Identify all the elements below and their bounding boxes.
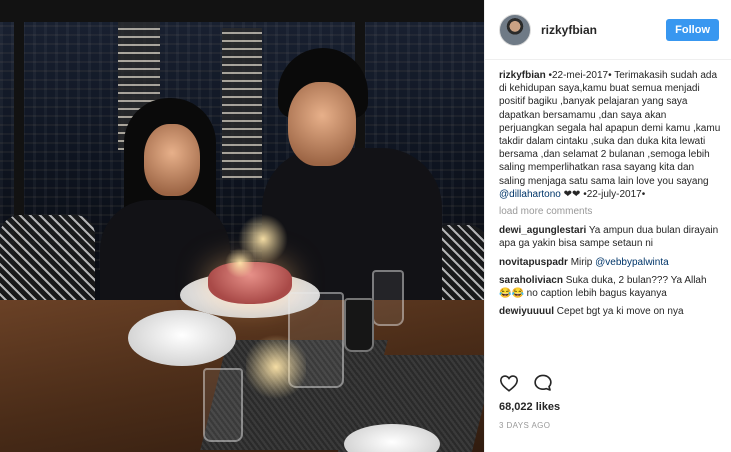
caption-text: •22-mei-2017• Terimakasih sudah ada di k… [499, 70, 721, 187]
dinner-plate [128, 310, 236, 366]
comment-text: Mirip [570, 256, 593, 268]
comment-text: Cepet bgt ya ki move on nya [556, 306, 684, 318]
caption-username[interactable]: rizkyfbian [499, 70, 546, 81]
comment: novitapuspadr Mirip @vebbypalwinta [499, 256, 721, 269]
profile-username[interactable]: rizkyfbian [541, 23, 666, 37]
dark-cup [344, 298, 374, 352]
building-lights [222, 28, 262, 178]
comment-username[interactable]: dewiyuuuul [499, 306, 554, 317]
post-timestamp[interactable]: 3 DAYS AGO [499, 421, 550, 430]
post-sidebar: rizkyfbian Follow rizkyfbian •22-mei-201… [484, 0, 731, 452]
comment: saraholiviacn Suka duka, 2 bulan??? Ya A… [499, 274, 721, 300]
caption-emoji: ❤❤ [563, 188, 581, 200]
water-glass [203, 368, 243, 442]
post-header: rizkyfbian Follow [485, 0, 731, 60]
comment-mention[interactable]: @vebbypalwinta [595, 257, 669, 268]
candle-glow [225, 248, 255, 278]
caption-tail: •22-july-2017• [583, 188, 646, 200]
woman-face [144, 124, 200, 196]
comment-username[interactable]: dewi_agunglestari [499, 225, 586, 236]
post-actions [499, 373, 553, 392]
candle-light [246, 332, 306, 402]
follow-button[interactable]: Follow [666, 18, 719, 41]
comments-list: rizkyfbian •22-mei-2017• Terimakasih sud… [485, 60, 731, 318]
comment: dewiyuuuul Cepet bgt ya ki move on nya [499, 305, 721, 318]
avatar[interactable] [499, 13, 531, 46]
man-face [288, 82, 356, 166]
load-more-comments-link[interactable]: load more comments [499, 205, 721, 218]
likes-count[interactable]: 68,022 likes [499, 401, 560, 413]
comment-username[interactable]: saraholiviacn [499, 275, 563, 286]
post-photo[interactable] [0, 0, 484, 452]
caption-mention[interactable]: @dillahartono [499, 189, 561, 200]
window-frame [0, 0, 484, 22]
comment-username[interactable]: novitapuspadr [499, 257, 568, 268]
water-glass [372, 270, 404, 326]
comment: dewi_agunglestari Ya ampun dua bulan dir… [499, 224, 721, 250]
heart-icon[interactable] [499, 374, 519, 392]
comment-bubble-icon[interactable] [533, 373, 553, 392]
caption: rizkyfbian •22-mei-2017• Terimakasih sud… [499, 69, 721, 201]
